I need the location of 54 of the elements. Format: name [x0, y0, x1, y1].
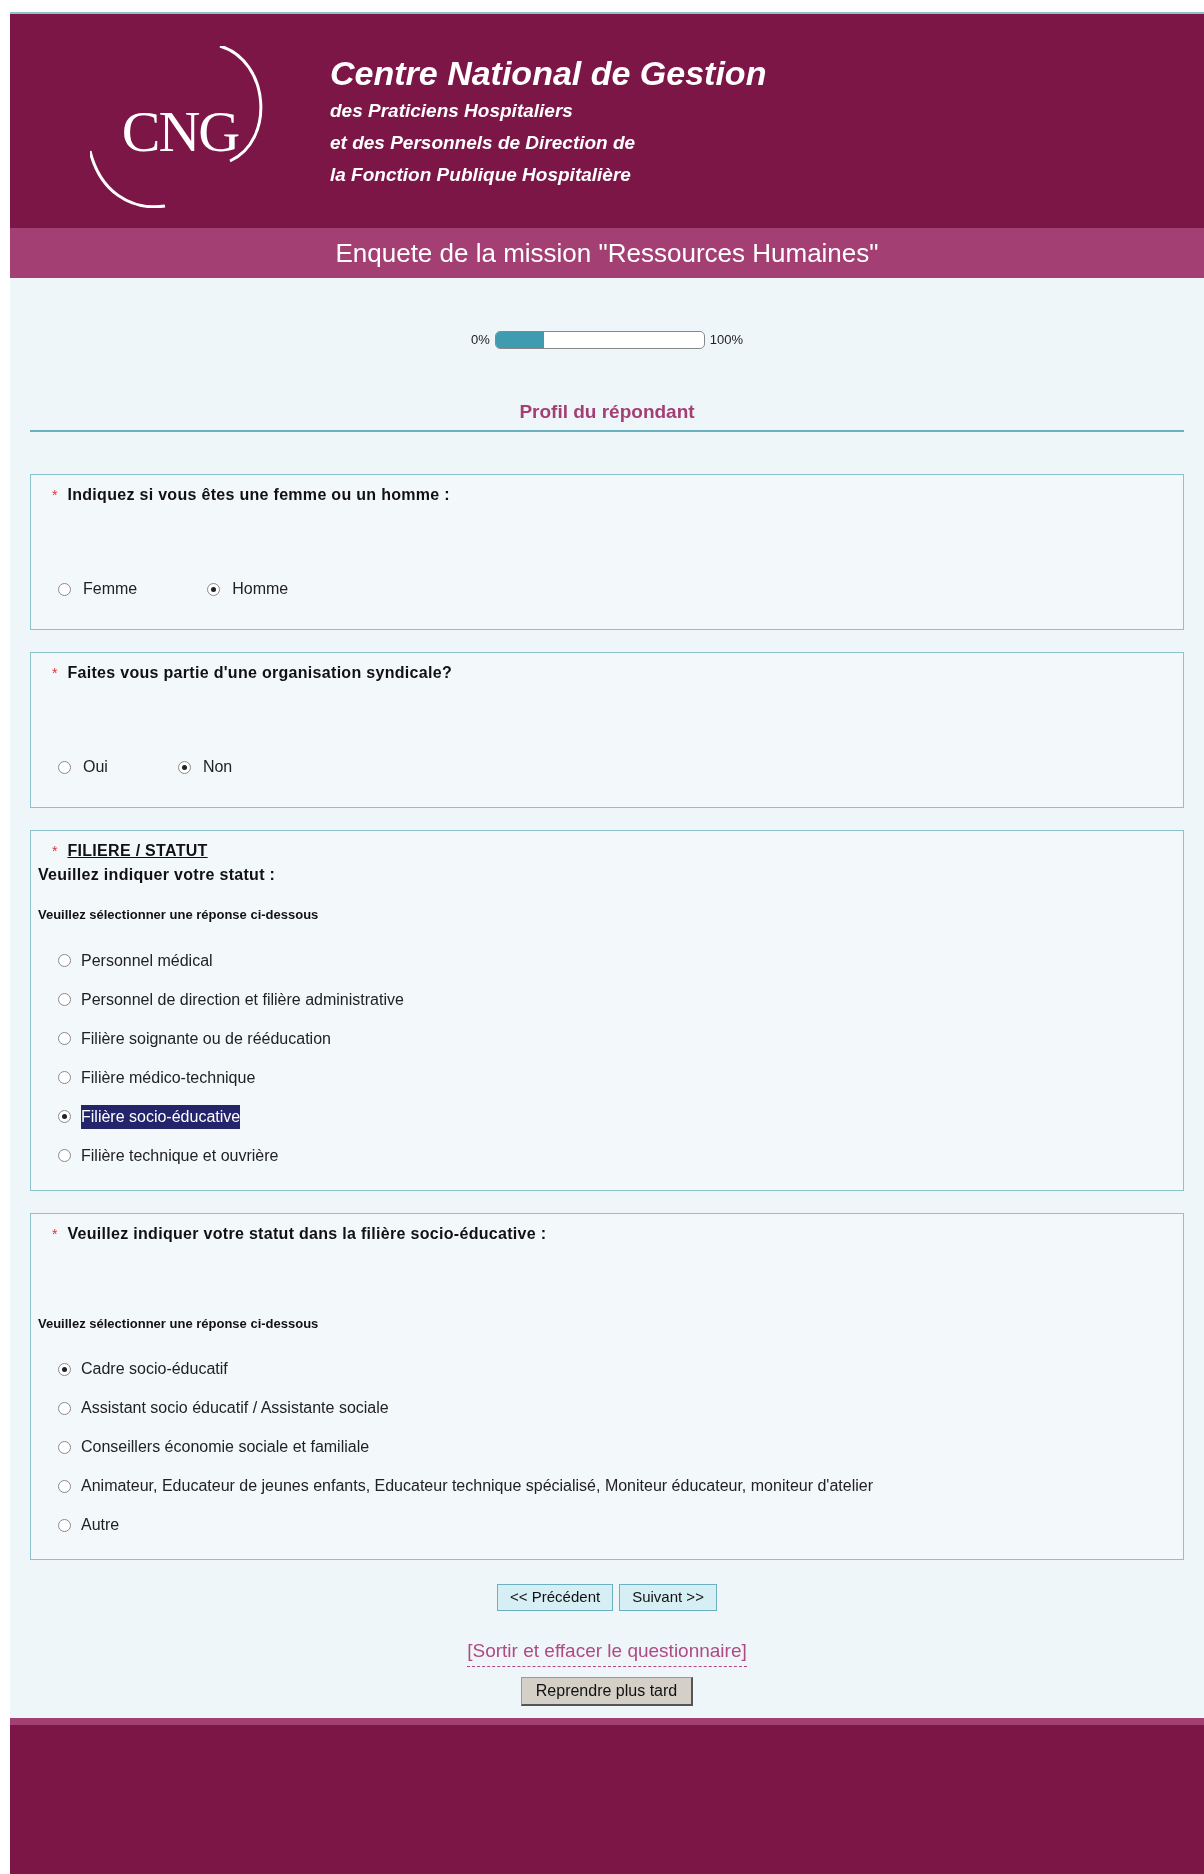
option-label[interactable]: Oui [83, 755, 108, 779]
option-label[interactable]: Assistant socio éducatif / Assistante sociale [81, 1396, 389, 1420]
option-label[interactable]: Filière soignante ou de rééducation [81, 1026, 331, 1051]
option-label[interactable]: Femme [83, 577, 138, 601]
required-asterisk: * [52, 1224, 58, 1244]
exit-link[interactable]: [Sortir et effacer le questionnaire] [467, 1637, 747, 1667]
radio-button[interactable] [58, 993, 71, 1006]
radio-button[interactable] [58, 1479, 71, 1493]
radio-button[interactable] [58, 1362, 71, 1376]
section-title: Profil du répondant [519, 400, 695, 422]
progress-start-label: 0% [470, 331, 490, 349]
instruction-text: Veuillez sélectionner une réponse ci-dessous [38, 1314, 320, 1333]
option-label[interactable]: Animateur, Educateur de jeunes enfants, Educateur technique spécialisé, Moniteur éducateur, moniteur d'atelier [81, 1474, 873, 1498]
radio-button[interactable] [58, 1518, 71, 1532]
radio-button[interactable] [58, 1401, 71, 1415]
option-label[interactable]: Conseillers économie sociale et familiale [81, 1435, 370, 1459]
option-label[interactable]: Cadre socio-éducatif [81, 1357, 228, 1381]
question-subheading: Veuillez indiquer votre statut : [38, 865, 277, 885]
option-label[interactable]: Personnel médical [81, 948, 213, 973]
radio-button[interactable] [58, 760, 71, 774]
survey-title: Enquete de la mission "Ressources Humaines" [335, 236, 879, 270]
nav-button[interactable]: Suivant >> [619, 1584, 717, 1611]
header-subtitle: la Fonction Publique Hospitalière [330, 163, 632, 187]
progress-end-label: 100% [709, 331, 743, 349]
nav-button[interactable]: << Précédent [497, 1584, 614, 1611]
required-asterisk: * [52, 664, 58, 683]
question-heading: Indiquez si vous êtes une femme ou un homme : [67, 485, 450, 505]
option-label[interactable]: Filière socio-éducative [81, 1104, 241, 1129]
required-asterisk: * [52, 842, 58, 861]
required-asterisk: * [52, 486, 58, 505]
radio-button[interactable] [58, 954, 71, 967]
radio-button[interactable] [58, 1110, 71, 1123]
option-label[interactable]: Filière technique et ouvrière [81, 1143, 279, 1168]
question-heading: FILIERE / STATUT [67, 841, 208, 861]
header-subtitle: des Praticiens Hospitaliers [330, 99, 574, 123]
radio-button[interactable] [58, 1032, 71, 1045]
question-heading: Veuillez indiquer votre statut dans la filière socio-éducative : [67, 1223, 547, 1244]
question-heading: Faites vous partie d'une organisation syndicale? [67, 663, 452, 683]
instruction-text: Veuillez sélectionner une réponse ci-dessous [38, 906, 320, 924]
option-label[interactable]: Homme [232, 577, 289, 601]
option-label[interactable]: Filière médico-technique [81, 1065, 256, 1090]
option-label[interactable]: Autre [81, 1513, 120, 1537]
resume-button[interactable]: Reprendre plus tard [520, 1676, 694, 1706]
option-label[interactable]: Personnel de direction et filière administrative [81, 987, 404, 1012]
radio-button[interactable] [58, 582, 71, 596]
radio-button[interactable] [177, 760, 191, 774]
header-title: Centre National de Gestion [330, 53, 767, 94]
option-label[interactable]: Non [202, 755, 233, 779]
radio-button[interactable] [58, 1440, 71, 1454]
radio-button[interactable] [58, 1149, 71, 1162]
logo-text: CNG [121, 97, 239, 166]
radio-button[interactable] [207, 582, 221, 596]
radio-button[interactable] [58, 1071, 71, 1084]
header-subtitle: et des Personnels de Direction de [330, 131, 637, 155]
